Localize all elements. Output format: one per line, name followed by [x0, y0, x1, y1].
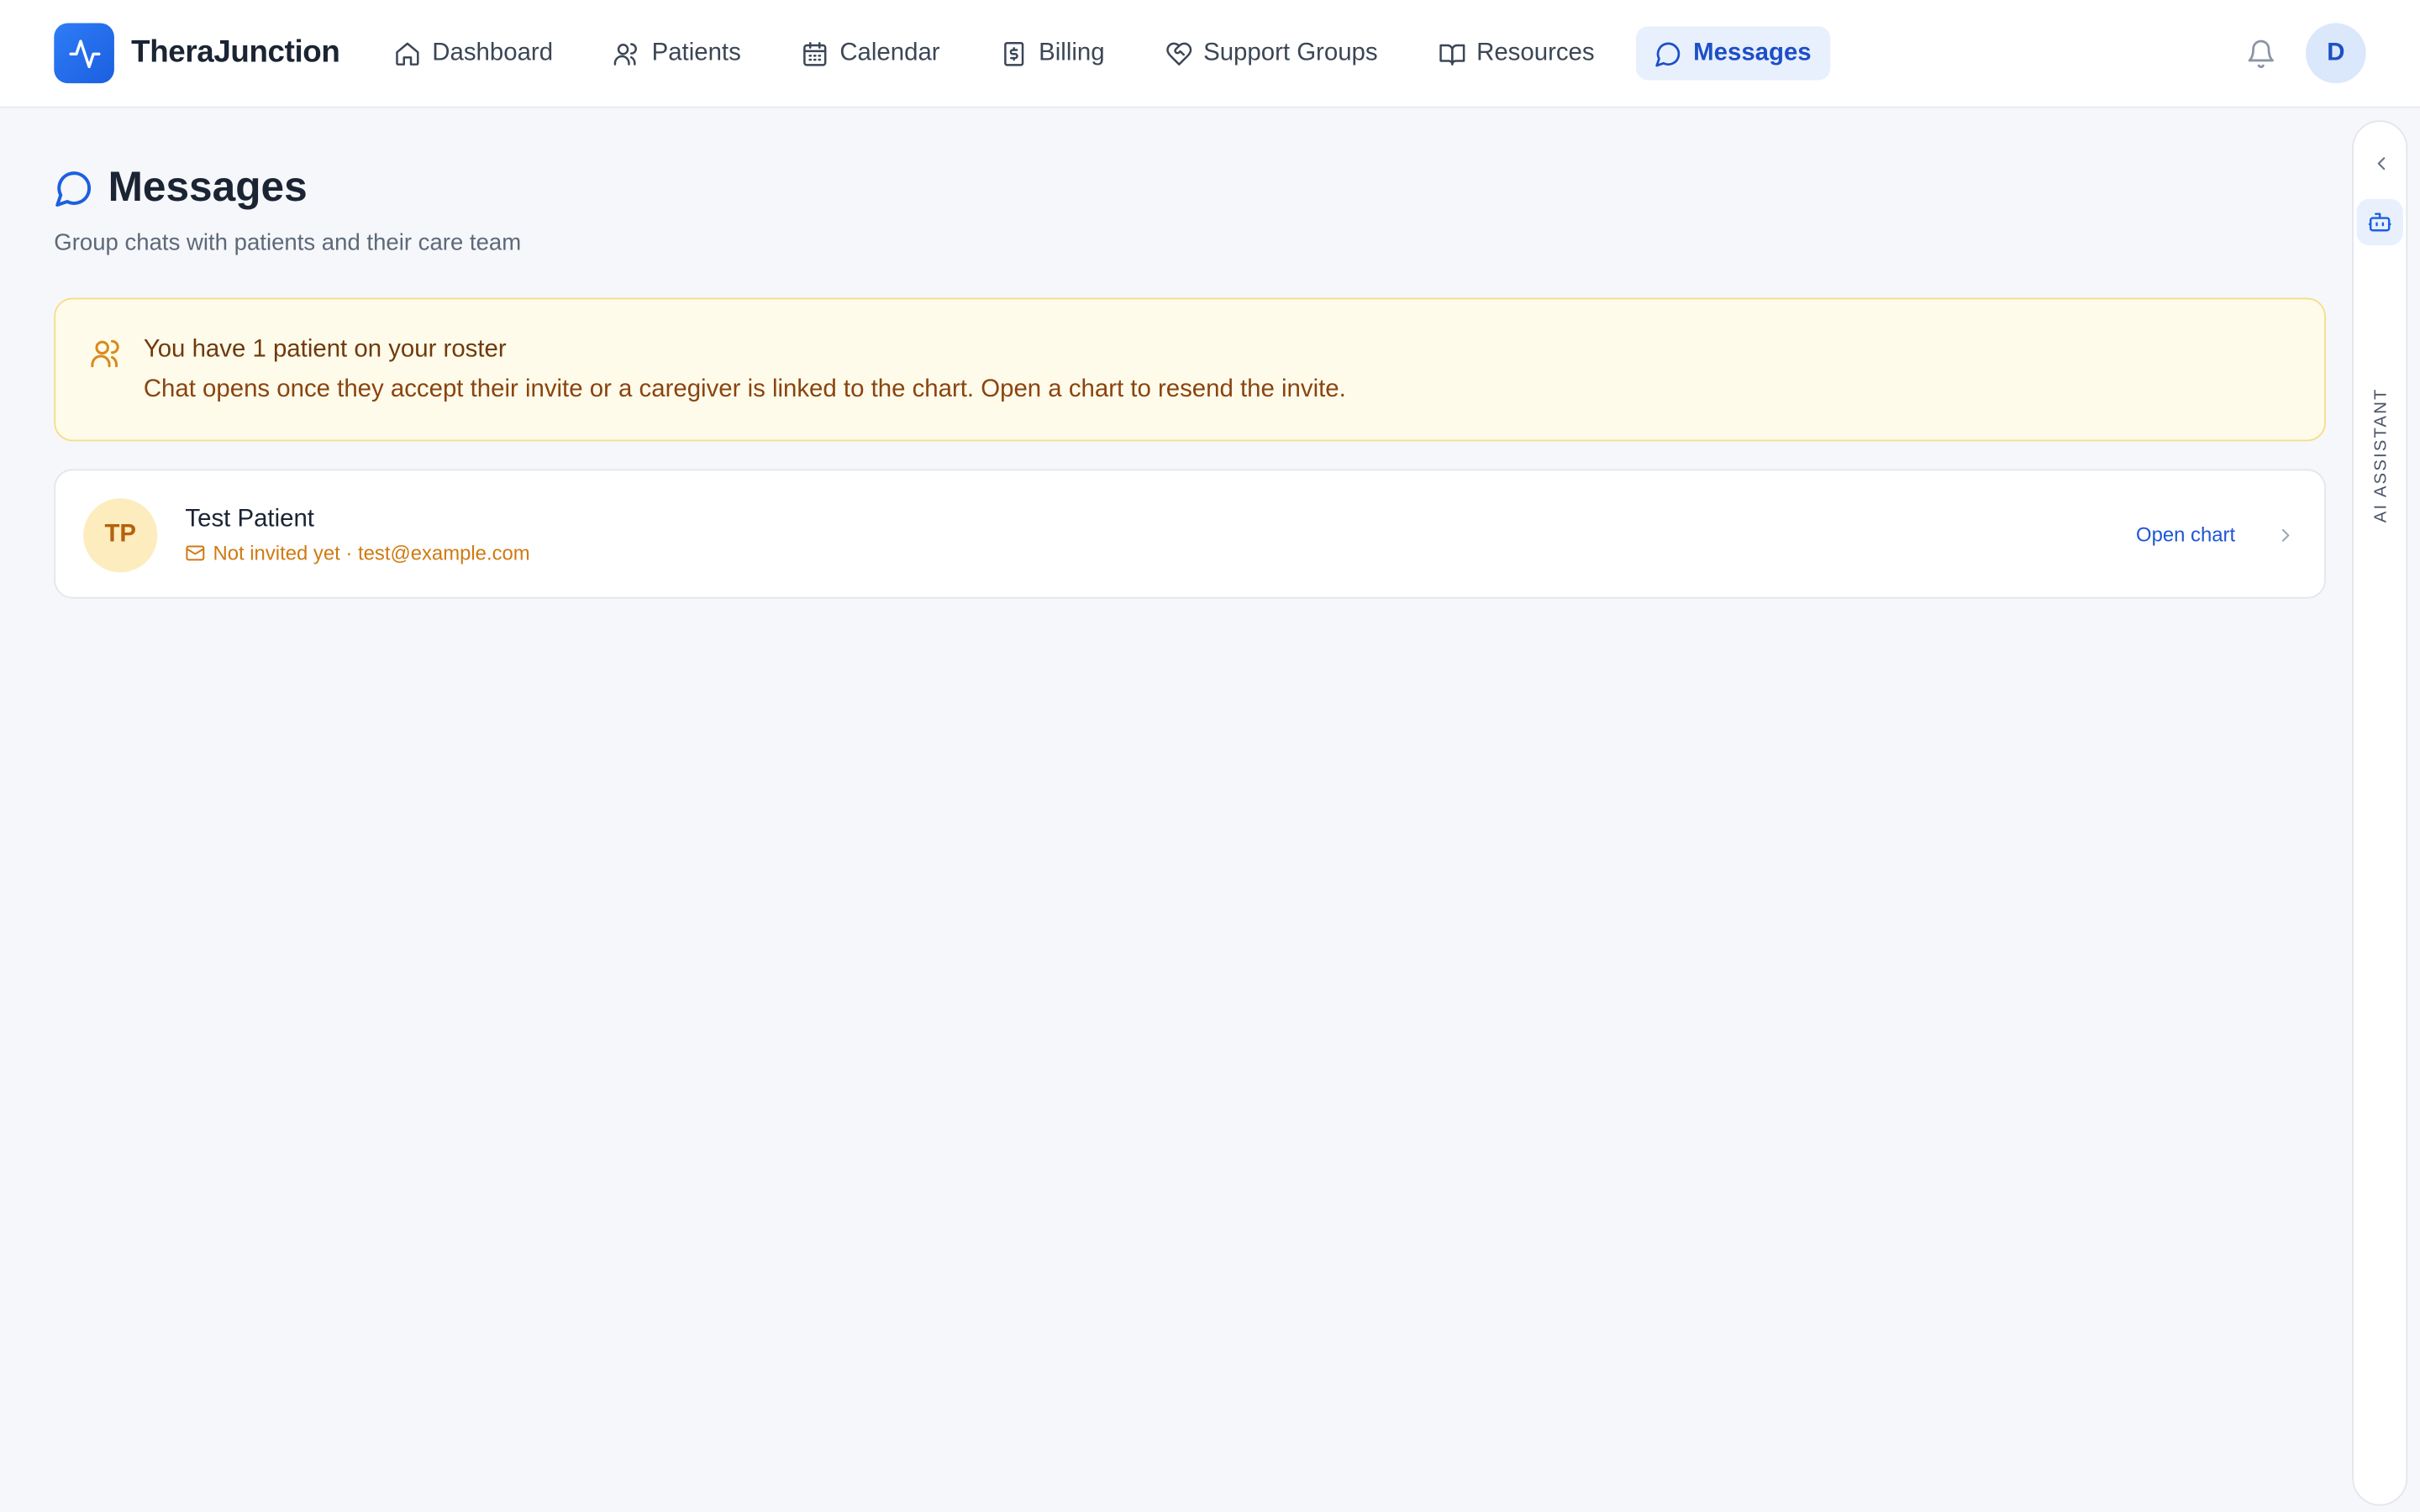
users-icon	[614, 42, 638, 66]
assistant-button[interactable]	[2356, 198, 2403, 246]
app-root: TheraJunction Dashboard Patients Calenda…	[0, 0, 2420, 1512]
nav-item-label: Billing	[1039, 39, 1105, 66]
notice-title: You have 1 patient on your roster	[143, 336, 507, 363]
nav-item-support-groups[interactable]: Support Groups	[1146, 26, 1396, 80]
nav-item-label: Patients	[651, 39, 741, 66]
patient-name: Test Patient	[185, 506, 314, 533]
assistant-label: AI ASSISTANT	[2372, 387, 2391, 523]
bot-icon	[2368, 213, 2391, 232]
nav-item-label: Support Groups	[1203, 39, 1378, 66]
book-icon	[1439, 43, 1465, 66]
notice-text: Chat opens once they accept their invite…	[143, 376, 1346, 403]
nav-item-patients[interactable]: Patients	[595, 26, 760, 80]
ai-assistant-rail: AI ASSISTANT	[2352, 120, 2408, 1506]
open-chart-link[interactable]: Open chart	[2136, 523, 2235, 547]
top-navbar: TheraJunction Dashboard Patients Calenda…	[0, 0, 2420, 108]
nav-item-label: Dashboard	[432, 39, 554, 66]
brand[interactable]: TheraJunction	[54, 23, 340, 84]
nav-item-label: Messages	[1693, 39, 1812, 66]
calendar-icon	[803, 41, 827, 66]
page-title: Messages	[108, 163, 308, 210]
chevron-right-icon[interactable]	[2275, 524, 2296, 546]
brand-name: TheraJunction	[131, 35, 340, 70]
notifications-button[interactable]	[2245, 39, 2276, 77]
activity-logo-icon	[54, 23, 114, 84]
patient-invite-status: Not invited yet · test@example.com	[185, 541, 530, 565]
expand-assistant-button[interactable]	[2370, 153, 2392, 182]
page-title-row: Messages	[54, 164, 521, 212]
message-icon	[55, 171, 91, 207]
roster-notice: You have 1 patient on your roster Chat o…	[54, 297, 2326, 442]
nav-item-billing[interactable]: Billing	[981, 26, 1123, 80]
patient-status-text: Not invited yet · test@example.com	[213, 541, 530, 565]
page-subtitle: Group chats with patients and their care…	[54, 229, 522, 256]
nav-item-messages[interactable]: Messages	[1636, 26, 1830, 81]
home-icon	[396, 41, 419, 66]
page-header: Messages Group chats with patients and t…	[54, 164, 521, 256]
nav-item-label: Resources	[1476, 39, 1595, 66]
message-icon	[1655, 41, 1681, 66]
bell-icon	[2248, 39, 2274, 68]
nav-item-calendar[interactable]: Calendar	[782, 26, 958, 80]
heart-handshake-icon	[1165, 41, 1192, 66]
nav-item-label: Calendar	[839, 39, 940, 66]
nav-item-dashboard[interactable]: Dashboard	[375, 26, 571, 80]
receipt-icon	[1004, 41, 1024, 66]
patient-avatar: TP	[83, 498, 158, 573]
nav-item-resources[interactable]: Resources	[1419, 26, 1612, 80]
chevron-left-icon	[2377, 157, 2386, 171]
user-avatar[interactable]: D	[2306, 23, 2366, 84]
patient-list-item[interactable]: TP Test Patient Not invited yet · test@e…	[54, 469, 2326, 599]
mail-icon	[186, 545, 205, 561]
main-nav: Dashboard Patients Calendar Billing Supp…	[375, 26, 1853, 81]
users-icon	[91, 339, 119, 368]
